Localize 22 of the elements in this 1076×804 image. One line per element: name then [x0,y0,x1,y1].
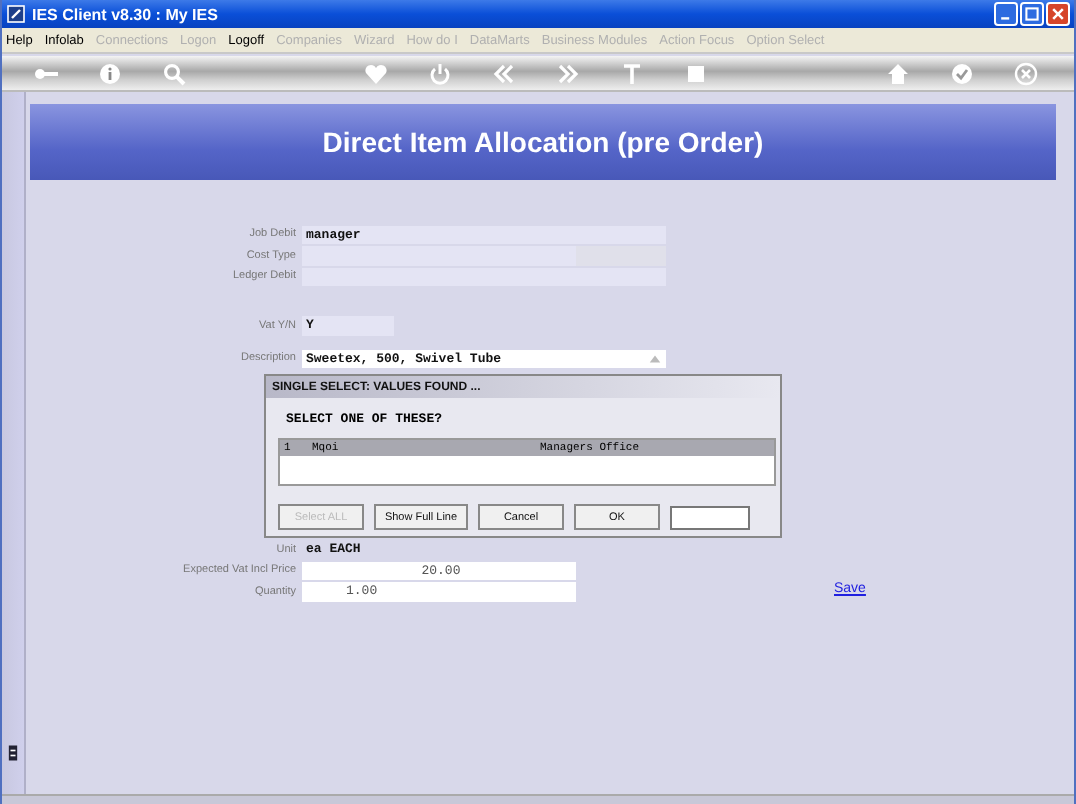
stop-icon[interactable] [684,61,708,85]
house-icon[interactable] [886,61,910,85]
heart-icon[interactable] [364,61,388,85]
double-right-chevron-icon[interactable] [556,61,580,85]
search-icon[interactable] [162,61,186,85]
input-field[interactable] [670,505,750,529]
check-icon[interactable] [950,61,974,85]
document-icon[interactable] [8,744,18,762]
close-icon [1050,6,1066,22]
power-icon[interactable] [428,61,452,85]
close-icon[interactable] [1014,61,1038,85]
app-icon [6,4,26,24]
text-cursor-icon[interactable] [620,61,644,85]
scroll-up-icon[interactable] [648,351,662,366]
maximize-button[interactable] [1020,2,1044,26]
page-title: Direct Item Allocation (pre Order) [322,126,764,158]
maximize-icon [1024,6,1040,22]
help-icon[interactable] [98,61,122,85]
window-title: IES Client v8.30 : My IES [32,5,218,23]
minimize-button[interactable] [994,2,1018,26]
close-button[interactable] [1046,2,1070,26]
double-left-chevron-icon[interactable] [492,61,516,85]
